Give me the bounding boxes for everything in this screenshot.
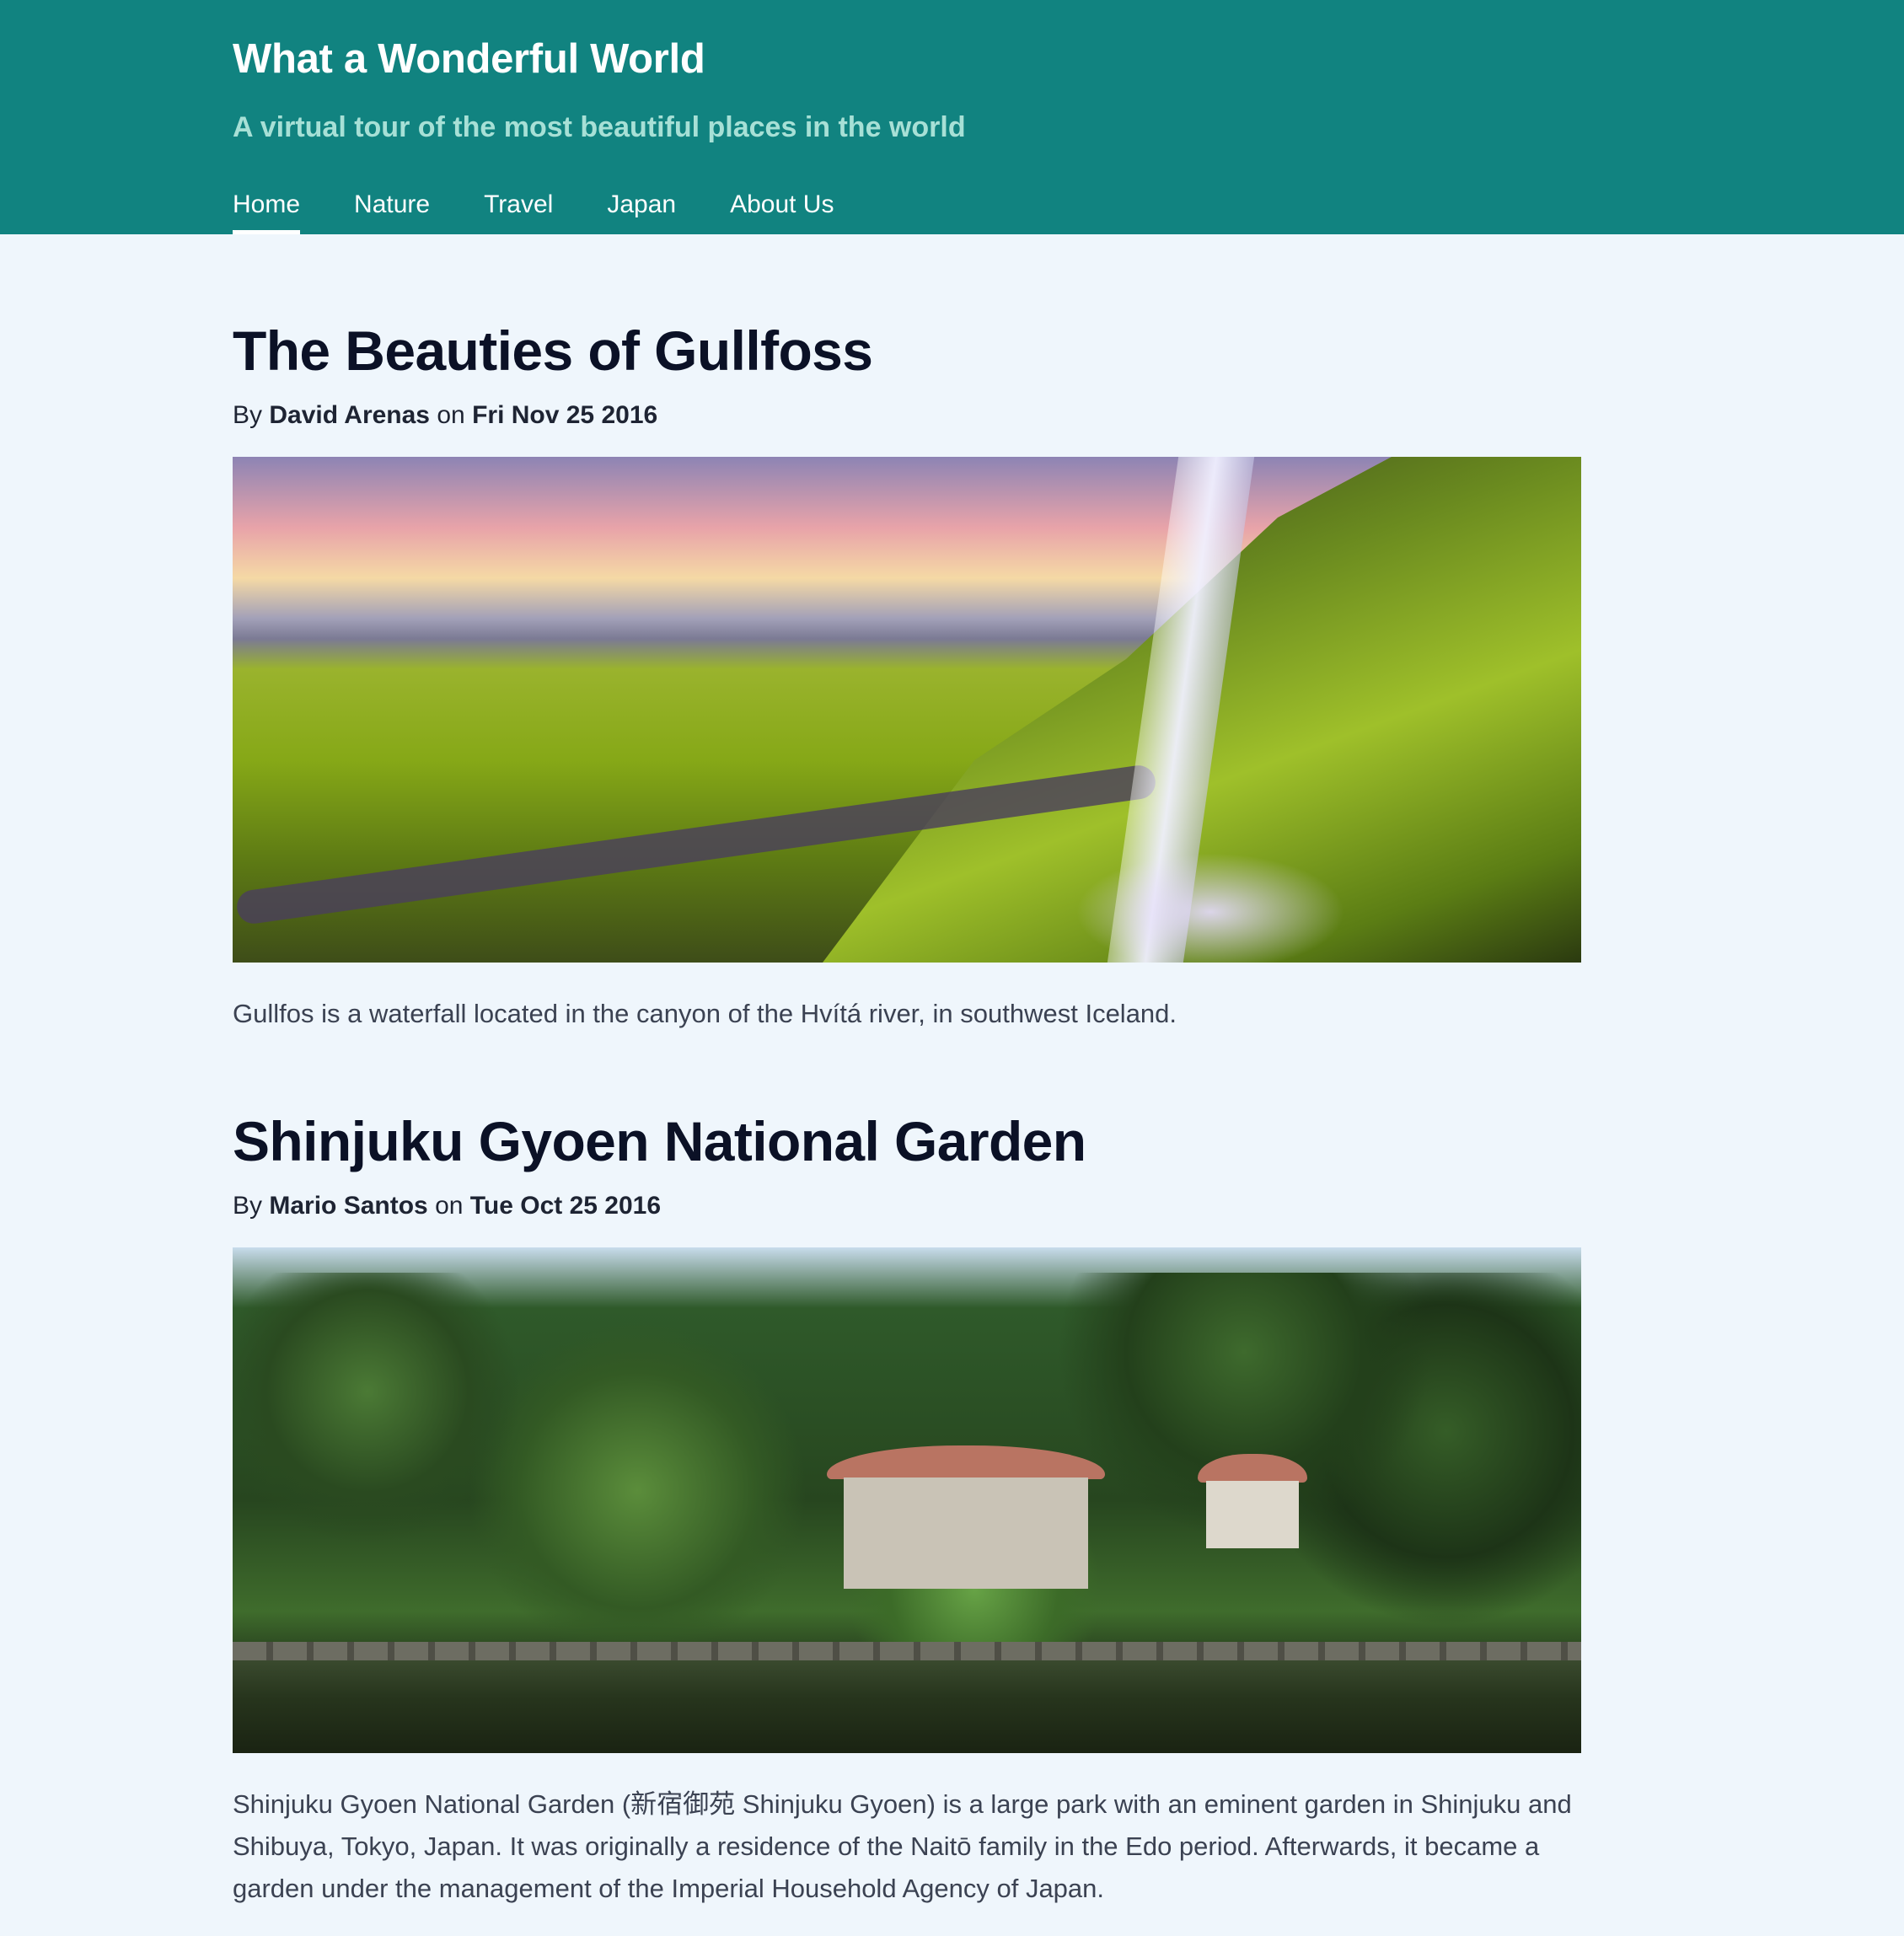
nav-item-nature[interactable]: Nature [354,190,430,234]
pavilion-shape [827,1412,1307,1589]
post-shinjuku: Shinjuku Gyoen National Garden By Mario … [233,1109,1581,1910]
post-excerpt: Shinjuku Gyoen National Garden (新宿御苑 Shi… [233,1789,1572,1903]
post-meta: By David Arenas on Fri Nov 25 2016 [233,401,1581,430]
pavilion-body-shape [1206,1481,1299,1548]
pavilion-body-shape [844,1477,1088,1589]
japanese-garden-image [233,1247,1581,1753]
site-title[interactable]: What a Wonderful World [233,35,705,83]
pond-shape [233,1660,1581,1753]
post-title[interactable]: Shinjuku Gyoen National Garden [233,1109,1581,1173]
stone-edge-shape [233,1642,1581,1660]
post-author: Mario Santos [269,1192,428,1220]
post-meta: By Mario Santos on Tue Oct 25 2016 [233,1192,1581,1220]
mist-shape [1075,853,1345,963]
post-gullfoss: The Beauties of Gullfoss By David Arenas… [233,234,1581,1035]
header-inner: What a Wonderful World A virtual tour of… [233,0,1904,234]
roof-shape [1198,1454,1307,1483]
nav-item-home[interactable]: Home [233,190,301,234]
site-subtitle: A virtual tour of the most beautiful pla… [233,111,966,143]
post-title[interactable]: The Beauties of Gullfoss [233,319,1581,383]
nav-item-about-us[interactable]: About Us [730,190,834,234]
by-label: By [233,1192,263,1220]
on-label: on [437,401,465,429]
post-date: Fri Nov 25 2016 [472,401,658,429]
main-content: The Beauties of Gullfoss By David Arenas… [233,234,1581,1936]
post-author: David Arenas [269,401,430,429]
post-date: Tue Oct 25 2016 [469,1192,662,1220]
nav-item-travel[interactable]: Travel [484,190,553,234]
by-label: By [233,401,263,429]
nav-item-japan[interactable]: Japan [607,190,676,234]
on-label: on [435,1192,464,1220]
main-nav: Home Nature Travel Japan About Us [233,190,834,234]
site-header: What a Wonderful World A virtual tour of… [0,0,1904,234]
post-excerpt: Gullfos is a waterfall located in the ca… [233,999,1177,1028]
roof-shape [827,1445,1105,1479]
waterfall-landscape-image [233,457,1581,963]
